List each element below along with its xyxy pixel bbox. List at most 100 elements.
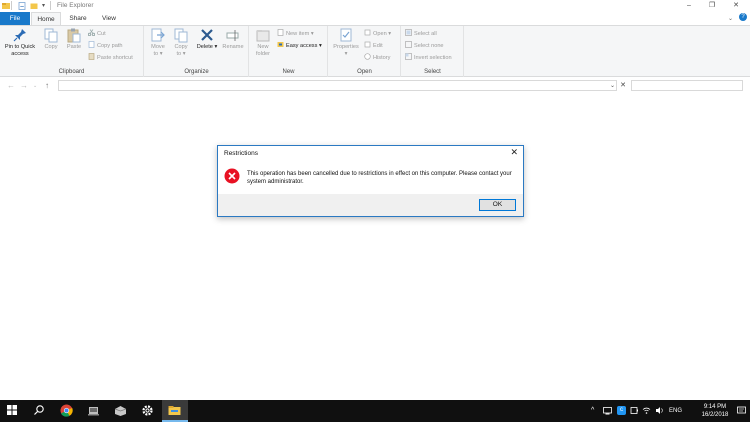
taskbar-app-2[interactable]	[108, 400, 134, 422]
select-group: Select all Select none Invert selection …	[402, 26, 464, 77]
invert-selection-button[interactable]: Invert selection	[405, 53, 452, 63]
ok-button[interactable]: OK	[479, 199, 516, 211]
search-button[interactable]	[27, 400, 53, 422]
copy-icon	[44, 28, 58, 43]
ribbon-tabs: File Home Share View ⌄ ?	[0, 12, 750, 25]
divider	[11, 1, 12, 10]
tab-view[interactable]: View	[95, 12, 123, 25]
navigation-bar: ← → ⌄ ↑ ⌄ ✕	[0, 78, 750, 93]
dialog-title: Restrictions	[224, 150, 258, 157]
chevron-down-icon[interactable]: ⌄	[728, 15, 733, 22]
properties-check-icon	[340, 28, 352, 42]
rename-button[interactable]: Rename	[220, 28, 246, 51]
help-icon[interactable]: ?	[739, 13, 747, 21]
properties-icon[interactable]	[18, 2, 26, 10]
new-group: New folder New item ▾ Easy access ▾ New	[250, 26, 328, 77]
dialog-close-icon[interactable]: ✕	[510, 148, 518, 157]
recent-locations-chevron-icon[interactable]: ⌄	[33, 83, 37, 89]
rename-icon	[226, 30, 239, 41]
error-icon	[224, 168, 240, 184]
properties-button[interactable]: Properties ▾	[331, 28, 361, 57]
up-arrow-icon[interactable]: ↑	[45, 81, 49, 90]
dialog-footer: OK	[218, 194, 523, 216]
maximize-icon[interactable]: ❐	[701, 0, 723, 12]
delete-x-icon	[201, 29, 213, 41]
device-box-icon	[114, 406, 127, 416]
open-label: Open ▾	[373, 31, 392, 37]
show-hidden-icons-icon[interactable]: ^	[591, 400, 594, 422]
ribbon: Pin to Quick access Copy Paste Cut Copy …	[0, 25, 750, 77]
explorer-app-icon[interactable]	[2, 2, 10, 10]
taskbar-app-1[interactable]	[81, 400, 107, 422]
network-tray-icon[interactable]	[603, 407, 612, 415]
taskbar: ^ c ENG 9:14 PM 16/2/2018	[0, 400, 750, 422]
start-button[interactable]	[0, 400, 26, 422]
address-dropdown-icon[interactable]: ⌄	[610, 81, 615, 91]
edit-label: Edit	[373, 43, 383, 49]
search-box[interactable]	[631, 80, 743, 91]
forward-arrow-icon[interactable]: →	[20, 81, 28, 90]
copy-button[interactable]: Copy	[40, 28, 62, 51]
move-to-label-line2: to ▾	[153, 50, 163, 57]
paste-shortcut-label: Paste shortcut	[97, 55, 133, 61]
easy-access-button[interactable]: Easy access ▾	[277, 41, 322, 51]
clipboard-group: Pin to Quick access Copy Paste Cut Copy …	[0, 26, 144, 77]
taskbar-settings[interactable]	[135, 400, 161, 422]
paste-button[interactable]: Paste	[63, 28, 85, 51]
address-bar[interactable]: ⌄	[58, 80, 617, 91]
edit-button[interactable]: Edit	[364, 41, 383, 51]
cut-label: Cut	[97, 31, 106, 37]
rename-label: Rename	[222, 44, 244, 50]
new-folder-button[interactable]: New folder	[252, 28, 274, 57]
scissors-icon	[88, 29, 95, 36]
new-folder-quick-icon[interactable]	[30, 2, 38, 10]
invert-selection-label: Invert selection	[414, 55, 452, 61]
delete-button[interactable]: Delete ▾	[195, 28, 219, 51]
select-all-button[interactable]: Select all	[405, 29, 437, 39]
copy-label: Copy	[44, 44, 58, 50]
open-button[interactable]: Open ▾	[364, 29, 391, 39]
app-tray-icon[interactable]: c	[617, 406, 626, 415]
history-button[interactable]: History	[364, 53, 390, 63]
properties-label: Properties	[333, 44, 359, 50]
wifi-icon[interactable]	[642, 406, 651, 415]
tab-file[interactable]: File	[0, 12, 30, 25]
back-arrow-icon[interactable]: ←	[7, 81, 15, 90]
history-label: History	[373, 55, 391, 61]
copy-to-button[interactable]: Copy to ▾	[171, 28, 191, 57]
battery-tray-icon[interactable]	[630, 406, 639, 415]
paste-shortcut-button[interactable]: Paste shortcut	[88, 53, 133, 63]
clock[interactable]: 9:14 PM 16/2/2018	[697, 403, 733, 419]
pin-to-quick-access-button[interactable]: Pin to Quick access	[2, 28, 38, 57]
tab-share[interactable]: Share	[64, 12, 92, 25]
edit-icon	[364, 41, 371, 48]
volume-icon[interactable]	[655, 406, 664, 415]
new-folder-icon	[256, 30, 270, 42]
select-all-icon	[405, 29, 412, 36]
move-to-icon	[151, 28, 165, 42]
new-item-button[interactable]: New item ▾	[277, 29, 314, 39]
move-to-button[interactable]: Move to ▾	[148, 28, 168, 57]
close-icon[interactable]: ✕	[725, 0, 747, 12]
cut-button[interactable]: Cut	[88, 29, 106, 39]
copy-path-icon	[88, 41, 95, 48]
clear-address-icon[interactable]: ✕	[619, 80, 627, 91]
select-none-button[interactable]: Select none	[405, 41, 444, 51]
copy-to-icon	[174, 28, 188, 43]
open-group-label: Open	[357, 69, 372, 75]
chrome-icon	[60, 404, 73, 417]
select-group-label: Select	[424, 69, 441, 75]
search-icon	[34, 405, 44, 415]
select-none-icon	[405, 41, 412, 48]
language-indicator[interactable]: ENG	[669, 400, 682, 422]
taskbar-file-explorer[interactable]	[162, 400, 188, 422]
copy-path-button[interactable]: Copy path	[88, 41, 123, 51]
customize-quick-access-icon[interactable]: ▾	[42, 2, 45, 9]
new-group-label: New	[282, 69, 295, 75]
minimize-icon[interactable]: –	[678, 0, 700, 12]
pin-label-line2: access	[11, 50, 29, 57]
notifications-icon[interactable]	[737, 406, 746, 415]
tab-home[interactable]: Home	[31, 12, 61, 25]
new-item-label: New item ▾	[286, 31, 314, 37]
taskbar-chrome[interactable]	[54, 400, 80, 422]
